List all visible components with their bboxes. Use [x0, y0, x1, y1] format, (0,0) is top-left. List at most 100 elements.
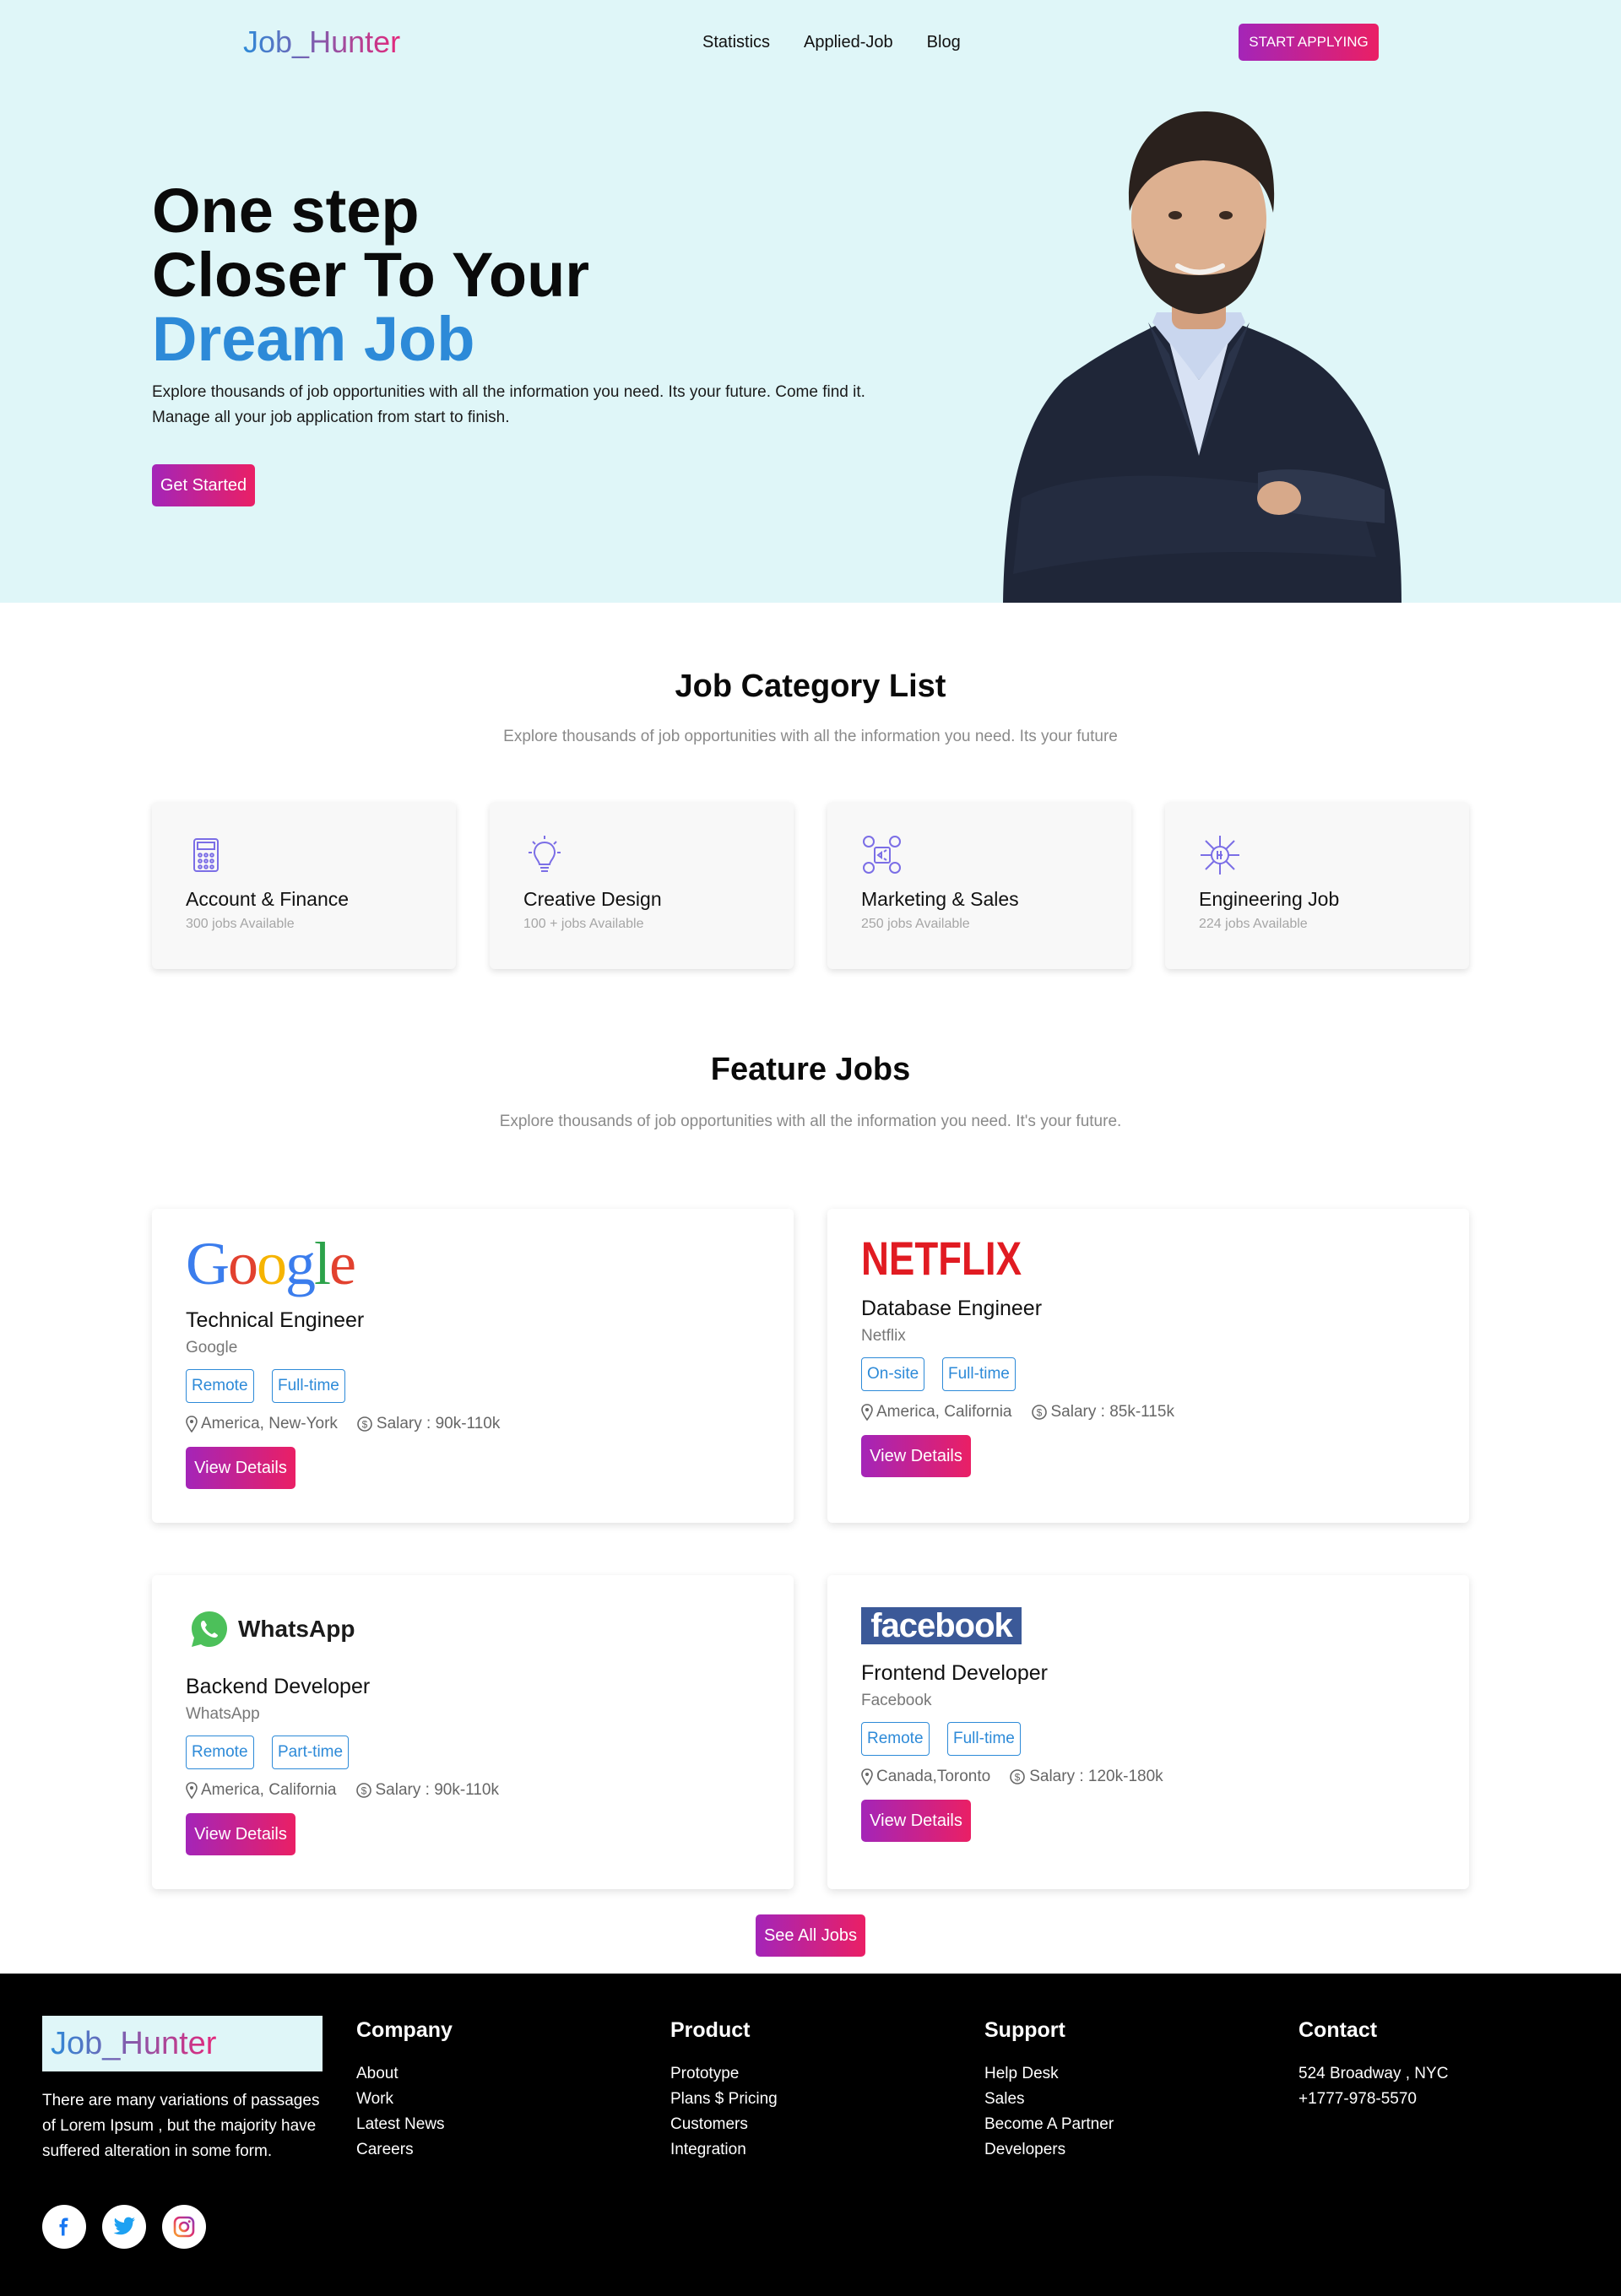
job-location: America, California	[201, 1781, 337, 1799]
footer-column-product: Product Prototype Plans $ Pricing Custom…	[670, 2017, 778, 2163]
footer-description: There are many variations of passages of…	[42, 2092, 320, 2160]
footer: Job_Hunter There are many variations of …	[0, 1974, 1621, 2296]
view-details-button[interactable]: View Details	[186, 1447, 295, 1489]
job-tag: Full-time	[947, 1722, 1021, 1756]
job-salary: Salary : 90k-110k	[375, 1781, 499, 1799]
category-count: 100 + jobs Available	[523, 917, 644, 931]
footer-link-careers[interactable]: Careers	[356, 2137, 453, 2163]
job-salary: Salary : 85k-115k	[1050, 1403, 1174, 1421]
job-card-google: Google Technical Engineer Google Remote …	[152, 1209, 794, 1523]
job-tag: Remote	[861, 1722, 930, 1756]
hero-line-2: Closer To Your	[152, 240, 590, 310]
site-logo[interactable]: Job_Hunter	[243, 24, 400, 61]
svg-text:NETFLIX: NETFLIX	[861, 1236, 1022, 1280]
category-section-title: Job Category List	[675, 669, 946, 704]
job-location: America, California	[876, 1403, 1012, 1421]
netflix-logo: NETFLIX	[861, 1236, 1022, 1280]
hero-description: Explore thousands of job opportunities w…	[152, 383, 865, 426]
view-details-button[interactable]: View Details	[186, 1813, 295, 1855]
chip-icon	[1201, 836, 1239, 875]
facebook-icon[interactable]	[42, 2205, 86, 2249]
footer-link-help-desk[interactable]: Help Desk	[984, 2061, 1114, 2087]
category-name: Engineering Job	[1199, 888, 1340, 910]
footer-column-title: Contact	[1298, 2018, 1378, 2042]
feature-section-title: Feature Jobs	[710, 1052, 911, 1087]
start-applying-button[interactable]: START APPLYING	[1239, 24, 1379, 61]
location-icon	[186, 1416, 198, 1432]
job-meta: America, California $ Salary : 90k-110k	[186, 1781, 499, 1800]
footer-link-plans-pricing[interactable]: Plans $ Pricing	[670, 2087, 778, 2112]
category-card-account-finance[interactable]: Account & Finance 300 jobs Available	[152, 802, 456, 969]
dollar-icon: $	[1010, 1769, 1026, 1784]
whatsapp-wordmark: WhatsApp	[238, 1616, 355, 1642]
get-started-button[interactable]: Get Started	[152, 464, 255, 506]
job-tag: Full-time	[942, 1357, 1016, 1391]
footer-link-sales[interactable]: Sales	[984, 2087, 1114, 2112]
category-name: Marketing & Sales	[861, 888, 1019, 910]
category-count: 300 jobs Available	[186, 917, 295, 931]
job-tag: Part-time	[272, 1736, 350, 1769]
feature-section-subtitle: Explore thousands of job opportunities w…	[499, 1113, 1122, 1130]
job-title: Backend Developer	[186, 1675, 371, 1698]
footer-link-latest-news[interactable]: Latest News	[356, 2112, 453, 2137]
footer-contact-address: 524 Broadway , NYC	[1298, 2065, 1449, 2082]
footer-link-about[interactable]: About	[356, 2061, 453, 2087]
category-card-creative-design[interactable]: Creative Design 100 + jobs Available	[490, 802, 794, 969]
lightbulb-icon	[529, 836, 561, 872]
whatsapp-icon	[192, 1611, 227, 1647]
nav-applied-job[interactable]: Applied-Job	[804, 30, 893, 54]
job-salary: Salary : 90k-110k	[376, 1415, 501, 1432]
category-card-engineering[interactable]: Engineering Job 224 jobs Available	[1165, 802, 1469, 969]
job-title: Technical Engineer	[186, 1308, 365, 1332]
hero-person-image	[1003, 111, 1401, 603]
hero-line-3: Dream Job	[152, 304, 475, 374]
job-tag: Full-time	[272, 1369, 345, 1403]
footer-logo[interactable]: Job_Hunter	[42, 2016, 323, 2071]
job-card-facebook: facebook Frontend Developer Facebook Rem…	[827, 1575, 1469, 1889]
nav-statistics[interactable]: Statistics	[702, 30, 770, 54]
footer-link-become-partner[interactable]: Become A Partner	[984, 2112, 1114, 2137]
svg-text:$: $	[1036, 1407, 1042, 1419]
category-card-marketing-sales[interactable]: Marketing & Sales 250 jobs Available	[827, 802, 1131, 969]
footer-link-prototype[interactable]: Prototype	[670, 2061, 778, 2087]
job-meta: America, New-York $ Salary : 90k-110k	[186, 1415, 500, 1433]
job-card-whatsapp: WhatsApp Backend Developer WhatsApp Remo…	[152, 1575, 794, 1889]
job-location: America, New-York	[201, 1415, 338, 1432]
footer-link-integration[interactable]: Integration	[670, 2137, 778, 2163]
facebook-logo: facebook	[861, 1607, 1022, 1644]
job-title: Database Engineer	[861, 1297, 1043, 1320]
calculator-icon	[193, 838, 219, 872]
svg-text:$: $	[362, 1419, 368, 1431]
hero-title: One step Closer To Your Dream Job	[152, 179, 589, 371]
footer-link-customers[interactable]: Customers	[670, 2112, 778, 2137]
category-name: Account & Finance	[186, 888, 350, 910]
job-company: Facebook	[861, 1692, 932, 1709]
whatsapp-logo: WhatsApp	[189, 1609, 355, 1649]
location-icon	[861, 1404, 873, 1421]
location-icon	[186, 1782, 198, 1799]
category-section-subtitle: Explore thousands of job opportunities w…	[503, 728, 1118, 745]
instagram-icon[interactable]	[162, 2205, 206, 2249]
hero-line-1: One step	[152, 176, 420, 246]
twitter-icon[interactable]	[102, 2205, 146, 2249]
footer-link-developers[interactable]: Developers	[984, 2137, 1114, 2163]
footer-link-work[interactable]: Work	[356, 2087, 453, 2112]
category-name: Creative Design	[523, 888, 662, 910]
hero-section: Job_Hunter Statistics Applied-Job Blog S…	[0, 0, 1621, 603]
job-salary: Salary : 120k-180k	[1029, 1768, 1163, 1785]
category-count: 250 jobs Available	[861, 917, 970, 931]
view-details-button[interactable]: View Details	[861, 1435, 971, 1477]
job-company: Netflix	[861, 1327, 906, 1345]
svg-text:$: $	[1015, 1772, 1021, 1784]
job-company: Google	[186, 1339, 238, 1356]
footer-column-contact: Contact 524 Broadway , NYC +1777-978-557…	[1298, 2017, 1448, 2112]
main-nav: Statistics Applied-Job Blog	[702, 30, 961, 54]
nav-blog[interactable]: Blog	[927, 30, 961, 54]
dollar-icon: $	[355, 1783, 371, 1798]
view-details-button[interactable]: View Details	[861, 1800, 971, 1842]
see-all-jobs-button[interactable]: See All Jobs	[756, 1914, 865, 1957]
job-location: Canada,Toronto	[876, 1768, 991, 1785]
footer-column-title: Product	[670, 2018, 751, 2042]
dollar-icon: $	[357, 1416, 372, 1432]
job-company: WhatsApp	[186, 1705, 260, 1723]
